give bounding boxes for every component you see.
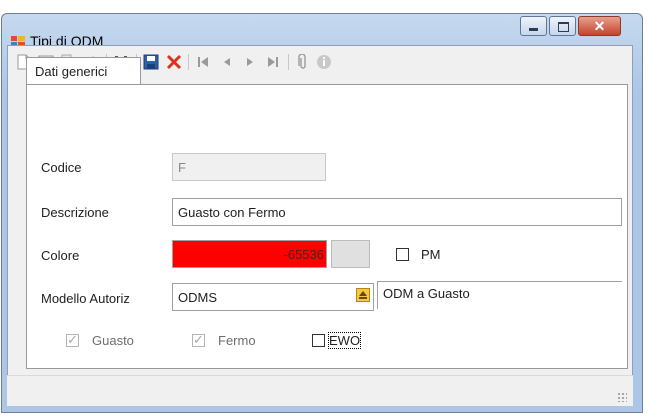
close-button[interactable]: ✕: [578, 16, 621, 36]
tab-dati-generici[interactable]: Dati generici: [26, 57, 141, 85]
cancel-icon[interactable]: [165, 53, 183, 71]
modello-description: ODM a Guasto: [377, 281, 622, 309]
first-record-icon[interactable]: [194, 53, 212, 71]
maximize-button[interactable]: [549, 16, 576, 36]
colore-field[interactable]: -65536: [172, 240, 327, 268]
pm-label: PM: [421, 247, 441, 262]
codice-label: Codice: [41, 160, 82, 175]
guasto-checkbox: [66, 332, 79, 348]
status-bar: [7, 375, 633, 406]
last-record-icon[interactable]: [264, 53, 282, 71]
minimize-button[interactable]: [520, 16, 547, 36]
codice-field: F: [172, 153, 326, 181]
guasto-label: Guasto: [92, 333, 134, 348]
descrizione-label: Descrizione: [41, 205, 109, 220]
tab-label: Dati generici: [35, 64, 108, 79]
lookup-icon[interactable]: [356, 288, 370, 302]
fermo-label: Fermo: [218, 333, 256, 348]
ewo-checkbox[interactable]: [312, 334, 325, 347]
previous-record-icon[interactable]: [218, 53, 236, 71]
resize-grip-icon[interactable]: [617, 392, 627, 402]
next-record-icon[interactable]: [241, 53, 259, 71]
attachment-icon[interactable]: [294, 53, 312, 71]
colore-label: Colore: [41, 248, 80, 263]
fermo-checkbox: [192, 332, 205, 348]
tab-panel: [26, 84, 628, 369]
color-picker-button[interactable]: [331, 240, 370, 268]
save-icon[interactable]: [142, 53, 160, 71]
descrizione-field[interactable]: Guasto con Fermo: [172, 198, 622, 226]
modello-field[interactable]: ODMS: [172, 283, 374, 311]
modello-label: Modello Autoriz: [41, 291, 130, 306]
close-icon: ✕: [593, 18, 606, 34]
info-icon[interactable]: [315, 53, 333, 71]
pm-checkbox[interactable]: [396, 248, 409, 261]
ewo-label: EWO: [327, 332, 362, 349]
